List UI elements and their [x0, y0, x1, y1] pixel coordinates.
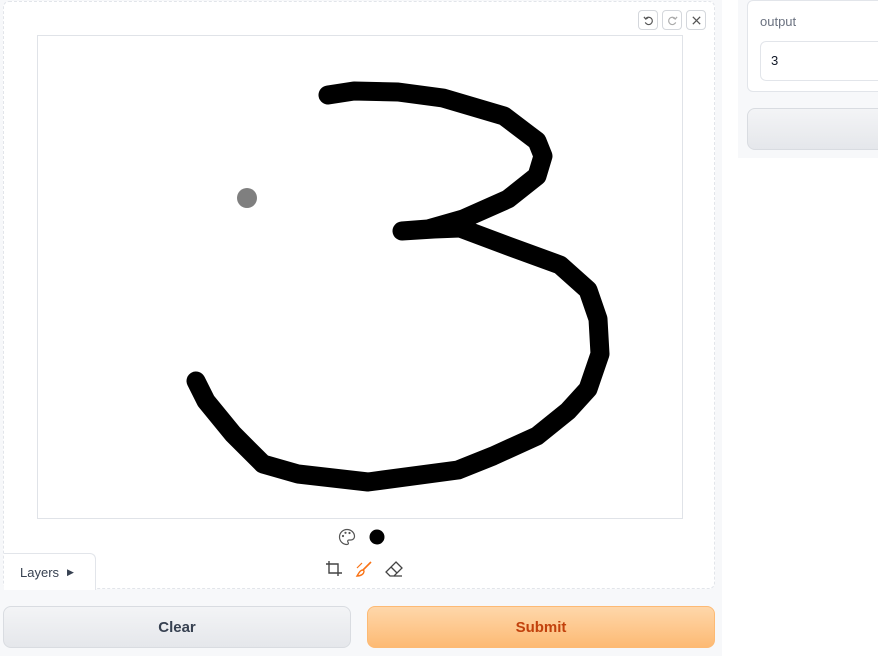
eraser-icon — [385, 561, 403, 577]
crop-tool[interactable] — [324, 559, 344, 579]
image-editor: Layers ▶ — [3, 1, 715, 590]
clear-button[interactable]: Clear — [3, 606, 351, 648]
close-icon — [691, 15, 701, 25]
brush-icon — [355, 561, 372, 577]
drawn-digit — [186, 81, 610, 492]
tool-row — [324, 559, 404, 579]
output-label: output — [760, 14, 797, 29]
palette-icon — [338, 528, 356, 546]
undo-button[interactable] — [638, 10, 658, 30]
redo-icon — [667, 15, 678, 25]
caret-right-icon: ▶ — [67, 566, 74, 577]
brush-cursor — [237, 188, 257, 208]
output-textbox[interactable]: 3 — [760, 41, 878, 81]
input-column: Layers ▶ Clear Submit — [0, 0, 722, 656]
palette-button[interactable] — [337, 527, 357, 547]
submit-label: Submit — [515, 618, 567, 636]
undo-icon — [642, 15, 653, 25]
editor-toolbar — [638, 10, 706, 30]
redo-button[interactable] — [662, 10, 682, 30]
clear-label: Clear — [158, 618, 196, 636]
eraser-tool[interactable] — [384, 559, 404, 579]
color-swatch[interactable] — [367, 527, 387, 547]
flag-button[interactable] — [747, 108, 878, 150]
brush-tool[interactable] — [354, 559, 374, 579]
output-column: output 3 — [738, 0, 878, 158]
layers-label: Layers — [20, 564, 60, 580]
layers-toggle[interactable]: Layers ▶ — [4, 553, 96, 590]
drawing-canvas[interactable] — [37, 35, 683, 519]
crop-icon — [326, 561, 342, 576]
close-button[interactable] — [686, 10, 706, 30]
color-row — [337, 527, 387, 547]
output-panel: output 3 — [747, 0, 878, 92]
submit-button[interactable]: Submit — [367, 606, 715, 648]
